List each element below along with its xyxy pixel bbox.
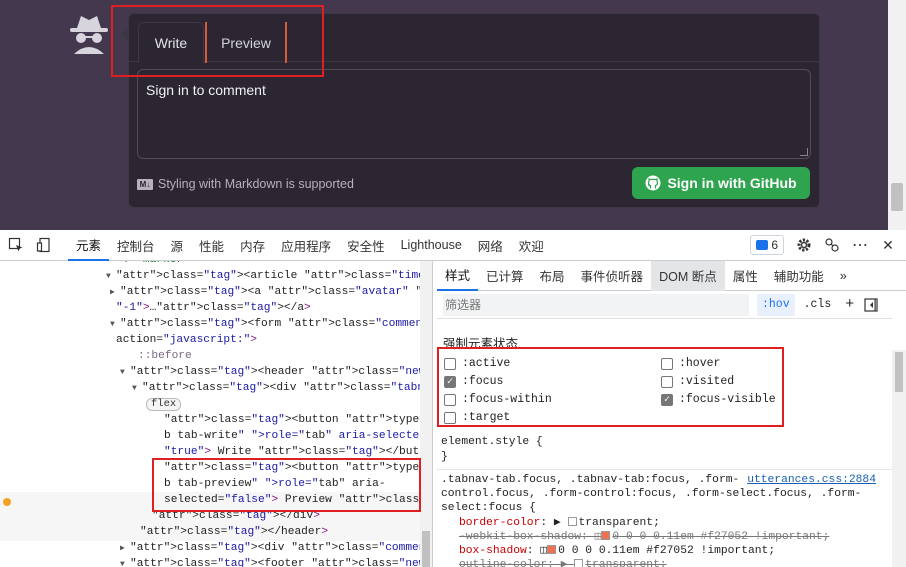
devtools-toolbar: 元素 控制台源性能 内存 应用程序 安全性 Lighthouse 网络 欢迎 6 ⋯ ✕ bbox=[0, 230, 906, 261]
rule-selector-line-1[interactable]: .tabnav-tab.focus, .tabnav-tab:focus, .f… bbox=[441, 473, 739, 488]
markdown-hint: M↓ Styling with Markdown is supported bbox=[137, 177, 354, 191]
styles-filter-bar: :hov .cls + bbox=[437, 291, 892, 319]
styles-tab[interactable]: 已计算 bbox=[478, 261, 532, 291]
css-declaration[interactable]: -webkit-box-shadow: ◫ 0 0 0 0.11em #f2705… bbox=[459, 530, 829, 545]
devtools-tab[interactable]: 元素 bbox=[68, 230, 110, 261]
dom-node-line[interactable]: ▼ "attr">class="tag"><footer "attr">class… bbox=[120, 556, 432, 567]
devtools-tab[interactable]: 网络 bbox=[470, 230, 511, 261]
styles-scrollbar[interactable] bbox=[892, 350, 906, 567]
dom-node-line[interactable]: "attr">class="tag"></header> bbox=[140, 524, 328, 540]
devtools-tab[interactable]: Lighthouse bbox=[393, 230, 470, 261]
styles-tab[interactable]: 辅助功能 bbox=[766, 261, 832, 291]
toggle-sidebar-icon[interactable] bbox=[859, 294, 883, 316]
panel-divider[interactable] bbox=[432, 261, 433, 567]
styles-tab[interactable]: » bbox=[832, 261, 855, 291]
sign-in-with-github-button[interactable]: Sign in with GitHub bbox=[632, 167, 810, 199]
settings-gear-icon[interactable] bbox=[790, 230, 818, 261]
rule-source-link[interactable]: utterances.css:2884 bbox=[747, 473, 876, 488]
devtools: 元素控制台源性能内存应用程序安全性Lighthouse网络欢迎 6 ⋯ ✕ <!… bbox=[0, 230, 906, 567]
issues-count: 6 bbox=[771, 238, 778, 252]
comment-placeholder: Sign in to comment bbox=[146, 82, 266, 98]
dom-node-continuation[interactable]: action="javascript:"> bbox=[116, 332, 257, 348]
shadow-editor-icon[interactable]: ◫ bbox=[595, 531, 602, 543]
dom-node-line[interactable]: ▼ "attr">class="tag"><article "attr">clas… bbox=[106, 268, 432, 285]
inspect-element-icon[interactable] bbox=[2, 230, 30, 261]
dom-node-line[interactable]: ::before bbox=[138, 348, 192, 364]
styles-tab[interactable]: 样式 bbox=[437, 261, 479, 291]
styles-tabs: 样式 已计算 布局 事件侦听器 DOM 断点 属性 辅助功能» bbox=[437, 261, 906, 291]
device-toolbar-icon[interactable] bbox=[30, 230, 58, 261]
markdown-hint-text: Styling with Markdown is supported bbox=[158, 177, 354, 191]
rule-selector-line-3[interactable]: select:focus { bbox=[441, 501, 536, 516]
shadow-editor-icon[interactable]: ◫ bbox=[540, 545, 547, 557]
styles-tab[interactable]: DOM 断点 bbox=[651, 261, 725, 291]
elements-panel: <!--marker-->▼"attr">class="tag"><articl… bbox=[0, 261, 432, 567]
dom-node-line[interactable]: ▼ "attr">class="tag"><form "attr">class="… bbox=[110, 316, 432, 333]
color-swatch[interactable] bbox=[547, 545, 557, 554]
color-swatch[interactable] bbox=[601, 531, 611, 540]
page-content-area: Write Preview Sign in to comment M↓ Styl… bbox=[0, 0, 906, 230]
dom-node-continuation[interactable]: b tab-write" ">role="tab" aria-selected= bbox=[164, 428, 432, 444]
close-icon[interactable]: ✕ bbox=[874, 230, 902, 261]
element-style-close: } bbox=[441, 451, 448, 463]
hov-button[interactable]: :hov bbox=[757, 293, 795, 316]
github-icon bbox=[645, 175, 661, 191]
css-declaration[interactable]: outline-color: ▶ transparent; bbox=[459, 558, 667, 567]
issues-icon bbox=[756, 240, 769, 250]
flex-badge-line: flex bbox=[146, 396, 182, 412]
highlight-preview-button-box bbox=[152, 458, 421, 512]
issues-badge[interactable]: 6 bbox=[750, 235, 784, 255]
cls-button[interactable]: .cls bbox=[799, 294, 837, 316]
devtools-tab[interactable]: 欢迎 bbox=[511, 230, 552, 261]
devtools-tabs: 元素 控制台源性能 内存 应用程序 安全性 Lighthouse 网络 欢迎 bbox=[68, 230, 552, 261]
rule-selector-line-2[interactable]: control.focus, .form-control:focus, .for… bbox=[441, 487, 861, 502]
devtools-tab[interactable]: 控制台 bbox=[109, 230, 163, 261]
dom-node-line[interactable]: ▶ "attr">class="tag"><a "attr">class="ava… bbox=[110, 284, 432, 301]
devtools-tab[interactable]: 性能 bbox=[191, 230, 232, 261]
color-swatch[interactable] bbox=[574, 559, 584, 567]
element-style-rule[interactable]: element.style { bbox=[441, 435, 543, 450]
connected-devices-icon[interactable] bbox=[818, 230, 846, 261]
devtools-tab[interactable]: 安全性 bbox=[339, 230, 393, 261]
dom-node-line[interactable]: "attr">class="tag"><button "attr">type="… bbox=[164, 412, 432, 428]
css-declaration[interactable]: border-color: ▶ transparent; bbox=[459, 516, 660, 531]
dom-node-line[interactable]: ▶ "attr">class="tag"><div "attr">class="c… bbox=[120, 540, 432, 557]
highlight-tabs-box bbox=[111, 5, 324, 77]
highlight-force-state-box bbox=[437, 347, 784, 427]
styles-tab[interactable]: 事件侦听器 bbox=[573, 261, 652, 291]
color-swatch[interactable] bbox=[567, 517, 577, 526]
comment-textarea[interactable]: Sign in to comment bbox=[137, 69, 811, 159]
sign-in-label: Sign in with GitHub bbox=[667, 175, 797, 191]
markdown-icon: M↓ bbox=[137, 178, 153, 190]
resize-grip-icon[interactable] bbox=[800, 148, 808, 156]
dom-node-line[interactable]: ▼ "attr">class="tag"><div "attr">class="t… bbox=[132, 380, 432, 397]
more-options-icon[interactable]: ⋯ bbox=[846, 230, 874, 261]
dom-node-continuation[interactable]: "-1">…"attr">class="tag"></a> bbox=[116, 300, 311, 316]
dom-scrollbar[interactable] bbox=[420, 261, 432, 567]
dom-node-line[interactable]: ▼ "attr">class="tag"><header "attr">class… bbox=[120, 364, 432, 381]
anonymous-avatar-icon bbox=[70, 16, 108, 54]
css-declaration[interactable]: box-shadow: ◫ 0 0 0 0.11em #f27052 !impor… bbox=[459, 544, 775, 559]
devtools-tab[interactable]: 内存 bbox=[232, 230, 273, 261]
styles-filter-input[interactable] bbox=[443, 293, 749, 316]
dom-node-line[interactable]: <!--marker--> bbox=[116, 261, 203, 268]
styles-tab[interactable]: 布局 bbox=[532, 261, 573, 291]
styles-tab[interactable]: 属性 bbox=[725, 261, 766, 291]
page-scrollbar[interactable] bbox=[888, 0, 906, 230]
css-rules: element.style { } .tabnav-tab.focus, .ta… bbox=[437, 433, 892, 567]
breakpoint-dot-icon bbox=[3, 498, 11, 506]
new-rule-button[interactable]: + bbox=[840, 294, 859, 316]
styles-panel: 样式已计算布局事件侦听器DOM 断点属性辅助功能» :hov .cls + 强制… bbox=[437, 261, 906, 567]
devtools-tab[interactable]: 源 bbox=[163, 230, 192, 261]
devtools-tab[interactable]: 应用程序 bbox=[273, 230, 339, 261]
flex-badge[interactable]: flex bbox=[146, 398, 182, 411]
